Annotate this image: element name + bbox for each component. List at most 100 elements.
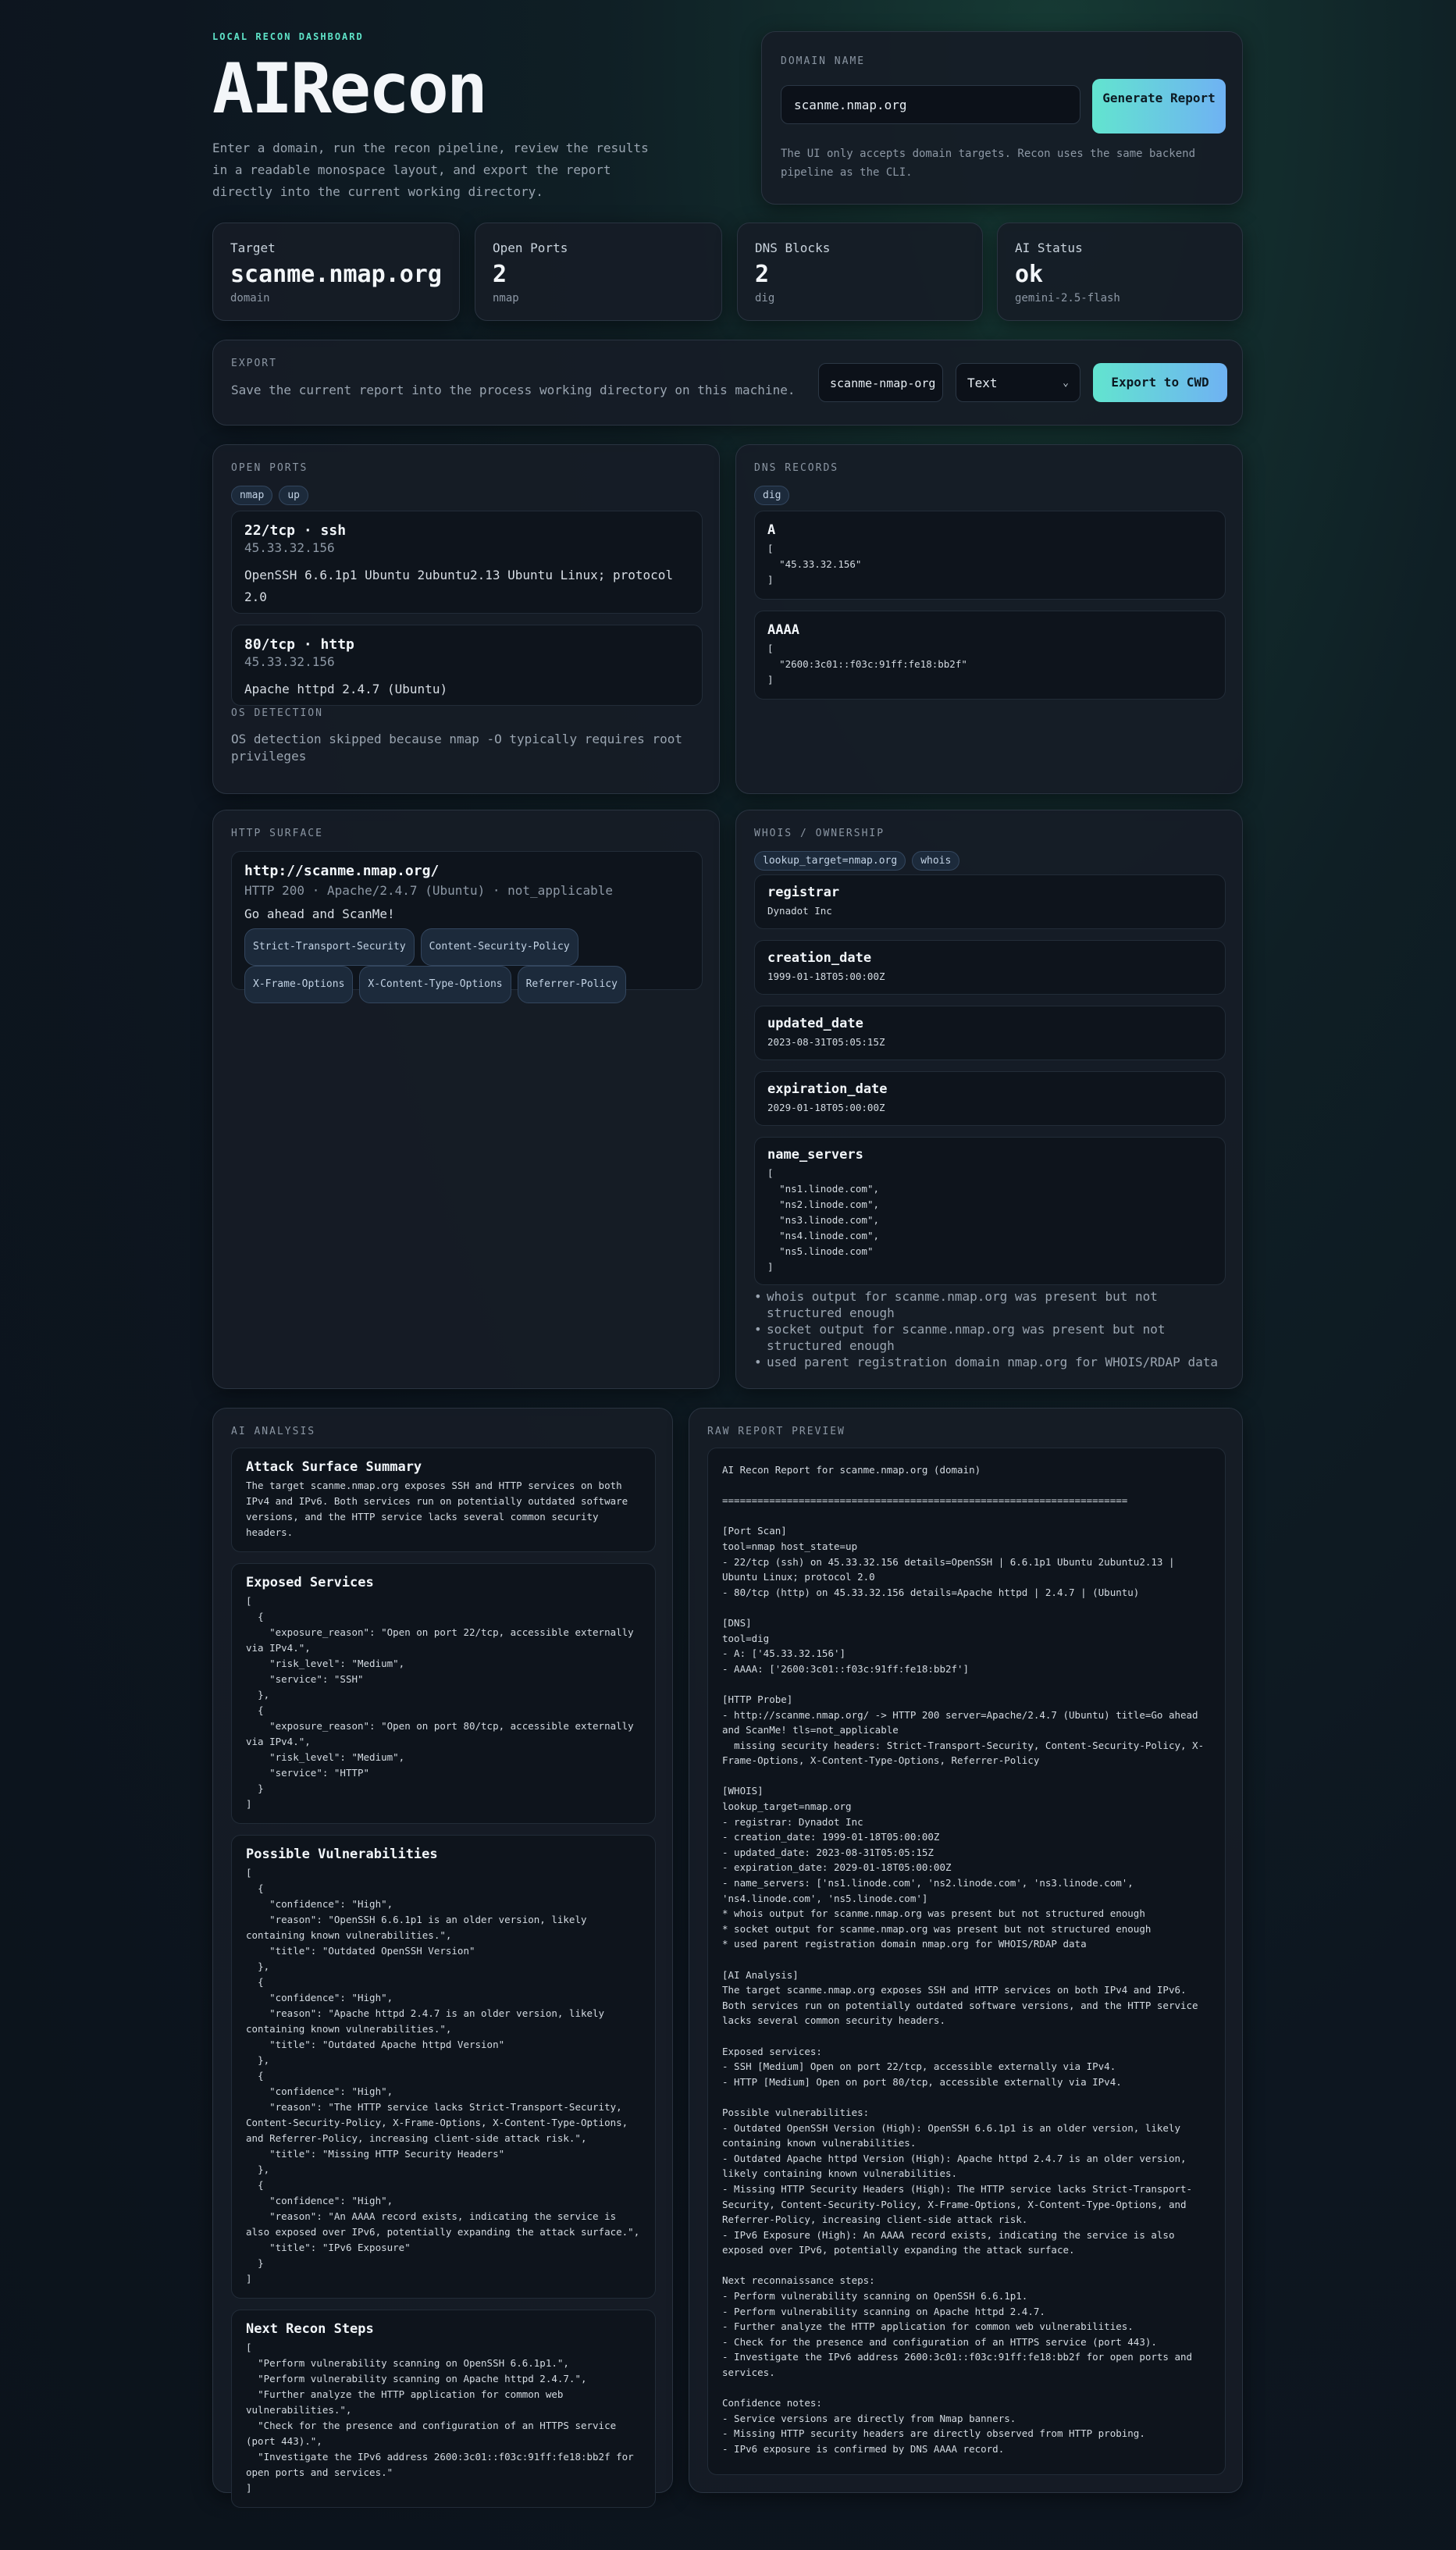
open-ports-label: OPEN PORTS xyxy=(231,462,308,474)
whois-note-text: socket output for scanme.nmap.org was pr… xyxy=(767,1322,1166,1353)
stat-card: Open Ports 2 nmap xyxy=(475,223,722,321)
ai-section-title: Next Recon Steps xyxy=(246,2321,374,2337)
generate-report-button[interactable]: Generate Report xyxy=(1092,79,1226,134)
dns-records-label: DNS RECORDS xyxy=(754,462,839,474)
stat-sub: dig xyxy=(755,292,775,305)
whois-note: • socket output for scanme.nmap.org was p… xyxy=(754,1321,1226,1354)
stats-row: Target scanme.nmap.org domain Open Ports 2 nm… xyxy=(212,223,1243,321)
stat-label: Open Ports xyxy=(493,240,568,255)
export-filename-input[interactable]: scanme-nmap-org xyxy=(818,363,943,402)
missing-header-chip: X-Content-Type-Options xyxy=(359,966,511,1003)
ai-section-title: Possible Vulnerabilities xyxy=(246,1847,438,1862)
whois-field-value: 1999-01-18T05:00:00Z xyxy=(767,970,885,982)
tag-chip: up xyxy=(279,486,308,505)
raw-report-text: AI Recon Report for scanme.nmap.org (dom… xyxy=(722,1464,1205,2455)
ai-analysis-panel: AI ANALYSIS Attack Surface Summary The ta… xyxy=(212,1408,673,2508)
http-surface-label: HTTP SURFACE xyxy=(231,828,323,839)
port-detail: OpenSSH 6.6.1p1 Ubuntu 2ubuntu2.13 Ubunt… xyxy=(244,568,674,604)
port-ip: 45.33.32.156 xyxy=(244,654,335,669)
whois-field-card: name_servers [ "ns1.linode.com", "ns2.lin… xyxy=(754,1137,1226,1285)
hero-description: Enter a domain, run the recon pipeline, … xyxy=(212,141,649,199)
domain-hint: The UI only accepts domain targets. Reco… xyxy=(781,148,1196,179)
stat-value: 2 xyxy=(755,261,770,288)
os-detection-text: OS detection skipped because nmap -O typ… xyxy=(231,732,682,764)
export-label: EXPORT xyxy=(231,358,277,369)
ai-section-body: [ { "exposure_reason": "Open on port 22/… xyxy=(246,1595,634,1810)
ai-section-card: Next Recon Steps [ "Perform vulnerability… xyxy=(231,2310,656,2508)
dns-records-panel: DNS RECORDS dig A[ "45.33.32.156" ] AAAA[… xyxy=(735,444,1243,794)
page-title: AIRecon xyxy=(212,48,488,129)
export-button[interactable]: Export to CWD xyxy=(1093,363,1227,402)
raw-report-panel: RAW REPORT PREVIEW AI Recon Report for s… xyxy=(689,1408,1243,2493)
open-ports-panel: OPEN PORTS nmap up 22/tcp · ssh 45.33.32.1… xyxy=(212,444,720,794)
stat-value: 2 xyxy=(493,261,507,288)
chevron-down-icon: ⌄ xyxy=(1063,377,1069,389)
stat-card: AI Status ok gemini-2.5-flash xyxy=(997,223,1243,321)
hero: LOCAL RECON DASHBOARD AIRecon Enter a do… xyxy=(212,31,665,203)
hero-kicker: LOCAL RECON DASHBOARD xyxy=(212,31,364,42)
whois-field-value: 2029-01-18T05:00:00Z xyxy=(767,1102,885,1113)
whois-panel: WHOIS / OWNERSHIP lookup_target=nmap.org… xyxy=(735,810,1243,1389)
ai-section-body: [ { "confidence": "High", "reason": "Ope… xyxy=(246,1867,640,2285)
stat-card: Target scanme.nmap.org domain xyxy=(212,223,460,321)
stat-label: AI Status xyxy=(1015,240,1083,255)
whois-field-key: updated_date xyxy=(767,1016,863,1031)
ports-list: 22/tcp · ssh 45.33.32.156 OpenSSH 6.6.1p1 … xyxy=(231,511,703,717)
port-card: 80/tcp · http 45.33.32.156 Apache httpd 2.… xyxy=(231,625,703,706)
whois-notes: • whois output for scanme.nmap.org was pr… xyxy=(754,1288,1226,1370)
port-ip: 45.33.32.156 xyxy=(244,540,335,555)
bullet-icon: • xyxy=(754,1289,762,1304)
whois-field-key: creation_date xyxy=(767,950,872,966)
port-title: 22/tcp · ssh xyxy=(244,522,347,539)
whois-field-key: registrar xyxy=(767,885,840,900)
dns-chips: dig xyxy=(754,486,796,505)
port-detail: Apache httpd 2.4.7 (Ubuntu) xyxy=(244,682,448,696)
dns-record-type: AAAA xyxy=(767,622,799,638)
open-ports-chips: nmap up xyxy=(231,486,315,505)
stat-value: ok xyxy=(1015,261,1044,288)
export-format-select[interactable]: Text ⌄ xyxy=(956,363,1080,402)
dns-list: A[ "45.33.32.156" ]AAAA[ "2600:3c01::f03… xyxy=(754,511,1226,711)
ai-sections: Attack Surface Summary The target scanme.… xyxy=(231,1448,656,2519)
bullet-icon: • xyxy=(754,1355,762,1369)
dns-record-values: [ "2600:3c01::f03c:91ff:fe18:bb2f" ] xyxy=(767,643,967,686)
domain-form-panel: DOMAIN NAME scanme.nmap.org Generate Rep… xyxy=(761,31,1243,205)
tag-chip: nmap xyxy=(231,486,273,505)
http-meta: HTTP 200 · Apache/2.4.7 (Ubuntu) · not_a… xyxy=(244,883,614,898)
ai-analysis-label: AI ANALYSIS xyxy=(231,1426,316,1437)
tag-chip: lookup_target=nmap.org xyxy=(754,851,906,871)
ai-section-body: [ "Perform vulnerability scanning on Ope… xyxy=(246,2342,634,2494)
whois-note-text: whois output for scanme.nmap.org was pre… xyxy=(767,1289,1158,1320)
whois-field-card: updated_date 2023-08-31T05:05:15Z xyxy=(754,1006,1226,1060)
port-title: 80/tcp · http xyxy=(244,636,354,653)
whois-field-value: Dynadot Inc xyxy=(767,905,832,917)
whois-field-value: 2023-08-31T05:05:15Z xyxy=(767,1036,885,1048)
domain-input[interactable]: scanme.nmap.org xyxy=(781,85,1080,124)
ai-section-card: Attack Surface Summary The target scanme.… xyxy=(231,1448,656,1552)
stat-label: Target xyxy=(230,240,276,255)
raw-report-box[interactable]: AI Recon Report for scanme.nmap.org (dom… xyxy=(707,1448,1226,2475)
whois-chips: lookup_target=nmap.org whois xyxy=(754,851,966,871)
http-url[interactable]: http://scanme.nmap.org/ xyxy=(244,863,439,879)
ai-section-card: Exposed Services [ { "exposure_reason": "… xyxy=(231,1563,656,1824)
port-card: 22/tcp · ssh 45.33.32.156 OpenSSH 6.6.1p1 … xyxy=(231,511,703,614)
stat-sub: gemini-2.5-flash xyxy=(1015,292,1120,305)
stat-label: DNS Blocks xyxy=(755,240,831,255)
os-detection-label: OS DETECTION xyxy=(231,707,323,719)
stat-value: scanme.nmap.org xyxy=(230,261,442,288)
export-panel: EXPORT Save the current report into the … xyxy=(212,340,1243,426)
dns-record-values: [ "45.33.32.156" ] xyxy=(767,543,862,586)
missing-header-chip: X-Frame-Options xyxy=(244,966,354,1003)
stat-sub: domain xyxy=(230,292,270,305)
whois-fields: registrar Dynadot Inc creation_date 1999-01… xyxy=(754,874,1226,1296)
missing-header-chip: Strict-Transport-Security xyxy=(244,928,415,966)
stat-card: DNS Blocks 2 dig xyxy=(737,223,983,321)
whois-field-key: name_servers xyxy=(767,1147,863,1163)
whois-note: • whois output for scanme.nmap.org was pr… xyxy=(754,1288,1226,1321)
missing-headers-list: Strict-Transport-Security Content-Securit… xyxy=(244,928,697,1003)
http-probe-card: http://scanme.nmap.org/ HTTP 200 · Apach… xyxy=(231,851,703,1003)
whois-label: WHOIS / OWNERSHIP xyxy=(754,828,885,839)
raw-report-label: RAW REPORT PREVIEW xyxy=(707,1426,845,1437)
tag-chip: dig xyxy=(754,486,790,505)
dns-record-type: A xyxy=(767,522,776,538)
